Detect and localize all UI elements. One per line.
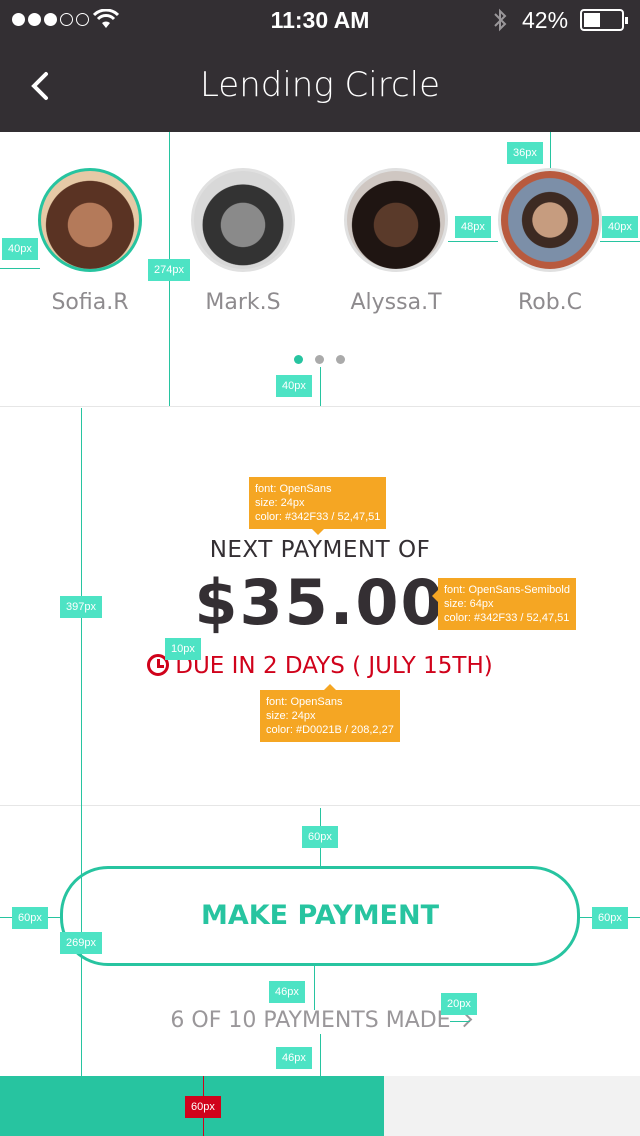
nav-bar: Lending Circle	[0, 40, 640, 132]
font-spec-note: font: OpenSans-Semibold size: 64px color…	[432, 578, 576, 630]
spec-tag: 46px	[269, 981, 305, 1003]
guide-line	[600, 241, 640, 242]
spec-tag: 269px	[60, 932, 102, 954]
spec-tag: 60px	[12, 907, 48, 929]
avatar	[344, 168, 448, 272]
member-alyssa[interactable]: Alyssa.T	[326, 168, 466, 315]
payment-progress-bar	[0, 1076, 640, 1136]
spec-tag: 60px	[592, 907, 628, 929]
battery-icon	[580, 9, 628, 31]
spec-tag: 60px	[185, 1096, 221, 1118]
guide-line	[0, 268, 40, 269]
guide-line	[314, 966, 315, 1010]
member-name: Rob.C	[517, 290, 583, 315]
member-name: Mark.S	[205, 290, 281, 315]
member-name: Sofia.R	[51, 290, 129, 315]
avatar	[191, 168, 295, 272]
spec-tag: 20px	[441, 993, 477, 1015]
spec-tag: 48px	[455, 216, 491, 238]
page-title: Lending Circle	[199, 65, 441, 105]
guide-line	[450, 1021, 470, 1022]
payments-made-label: 6 OF 10 PAYMENTS MADE	[170, 1008, 451, 1033]
section-divider	[0, 805, 640, 806]
avatar	[38, 168, 142, 272]
payments-made-link[interactable]: 6 OF 10 PAYMENTS MADE	[0, 1008, 640, 1033]
status-bar: 11:30 AM 42%	[0, 0, 640, 40]
due-label: DUE IN 2 DAYS ( JULY 15TH)	[175, 653, 493, 679]
member-sofia[interactable]: Sofia.R	[20, 168, 160, 315]
spec-tag: 46px	[276, 1047, 312, 1069]
member-name: Alyssa.T	[350, 290, 442, 315]
bluetooth-icon	[494, 8, 507, 32]
make-payment-button[interactable]: MAKE PAYMENT	[60, 866, 580, 966]
font-spec-note: font: OpenSans size: 24px color: #D0021B…	[260, 684, 400, 742]
guide-line	[320, 1034, 321, 1076]
section-divider	[0, 406, 640, 407]
guide-line	[320, 367, 321, 406]
spec-tag: 40px	[2, 238, 38, 260]
page-dot[interactable]	[315, 355, 324, 364]
due-date-text: DUE IN 2 DAYS ( JULY 15TH)	[0, 653, 640, 679]
member-mark[interactable]: Mark.S	[173, 168, 313, 315]
guide-line	[81, 408, 82, 1076]
spec-tag: 60px	[302, 826, 338, 848]
spec-tag: 40px	[602, 216, 638, 238]
font-spec-note: font: OpenSans size: 24px color: #342F33…	[249, 477, 387, 535]
guide-line	[550, 132, 551, 168]
page-dot[interactable]	[336, 355, 345, 364]
page-indicator[interactable]	[294, 355, 345, 364]
guide-line	[448, 241, 498, 242]
spec-tag: 10px	[165, 638, 201, 660]
page-dot-active[interactable]	[294, 355, 303, 364]
spec-tag: 274px	[148, 259, 190, 281]
spec-tag: 36px	[507, 142, 543, 164]
avatar	[498, 168, 602, 272]
member-rob[interactable]: Rob.C	[480, 168, 620, 315]
battery-percent: 42%	[522, 7, 569, 33]
spec-tag: 397px	[60, 596, 102, 618]
spec-tag: 40px	[276, 375, 312, 397]
